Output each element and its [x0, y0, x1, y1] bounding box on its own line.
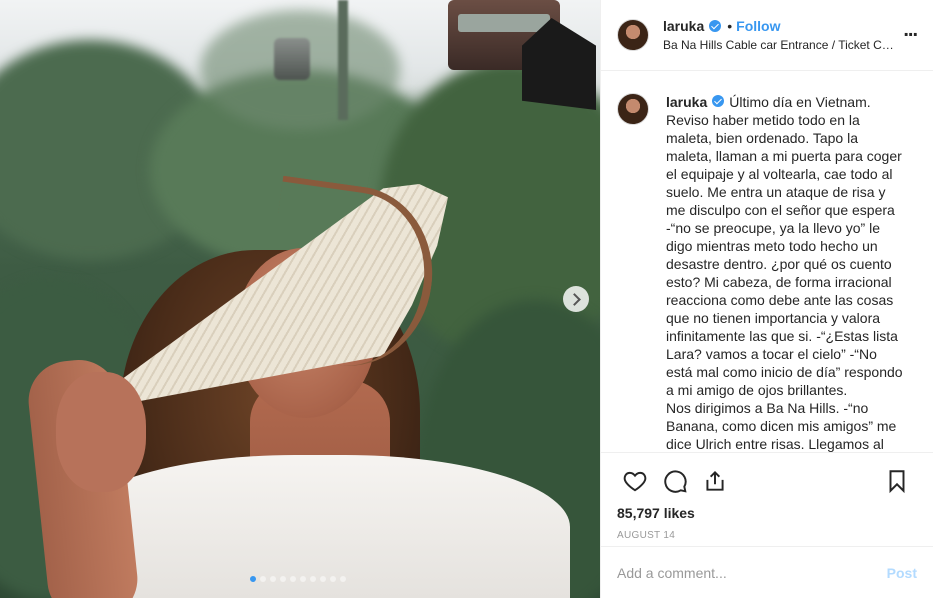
- follow-button[interactable]: Follow: [736, 17, 780, 35]
- post-actions: 85,797 likes AUGUST 14: [601, 452, 933, 546]
- caption-body: Último día en Vietnam. Reviso haber meti…: [666, 94, 903, 452]
- header-user-row: laruka • Follow: [663, 17, 897, 35]
- verified-badge-icon: [712, 95, 725, 107]
- carousel-dot: [300, 576, 306, 582]
- carousel-dot: [310, 576, 316, 582]
- avatar[interactable]: [617, 93, 649, 125]
- carousel-dot: [280, 576, 286, 582]
- caption-area[interactable]: laruka Último día en Vietnam. Reviso habe…: [601, 71, 933, 452]
- separator-dot: •: [727, 18, 733, 34]
- comment-input[interactable]: [617, 564, 887, 581]
- post-header: laruka • Follow Ba Na Hills Cable car En…: [601, 0, 933, 71]
- caption-username[interactable]: laruka: [666, 94, 707, 110]
- author-username[interactable]: laruka: [663, 17, 704, 35]
- more-options-icon[interactable]: ...: [897, 20, 918, 40]
- carousel-dot: [250, 576, 256, 582]
- post-photo[interactable]: [0, 0, 600, 598]
- action-icons: [615, 461, 917, 501]
- instagram-post: laruka • Follow Ba Na Hills Cable car En…: [0, 0, 933, 598]
- carousel-dot: [260, 576, 266, 582]
- carousel-dot: [290, 576, 296, 582]
- carousel-dot: [340, 576, 346, 582]
- carousel-dot: [330, 576, 336, 582]
- comment-bubble-icon[interactable]: [655, 461, 695, 501]
- post-comment-button[interactable]: Post: [887, 565, 917, 581]
- verified-badge-icon: [709, 20, 722, 32]
- avatar[interactable]: [617, 19, 649, 51]
- photo-cable-car: [274, 38, 310, 80]
- header-text: laruka • Follow Ba Na Hills Cable car En…: [663, 17, 897, 53]
- bookmark-icon[interactable]: [877, 461, 917, 501]
- carousel-indicator: [250, 576, 346, 582]
- caption: laruka Último día en Vietnam. Reviso habe…: [666, 93, 906, 452]
- post-date[interactable]: AUGUST 14: [617, 530, 917, 541]
- post-side-panel: laruka • Follow Ba Na Hills Cable car En…: [600, 0, 933, 598]
- comment-bar: Post: [601, 546, 933, 598]
- likes-count[interactable]: 85,797 likes: [617, 505, 917, 521]
- carousel-dot: [270, 576, 276, 582]
- heart-icon[interactable]: [615, 461, 655, 501]
- photo-cable-pole: [338, 0, 348, 120]
- location-link[interactable]: Ba Na Hills Cable car Entrance / Ticket …: [663, 37, 897, 53]
- photo-person-hand: [56, 372, 146, 492]
- share-icon[interactable]: [695, 461, 735, 501]
- carousel-dot: [320, 576, 326, 582]
- chevron-right-icon[interactable]: [563, 286, 589, 312]
